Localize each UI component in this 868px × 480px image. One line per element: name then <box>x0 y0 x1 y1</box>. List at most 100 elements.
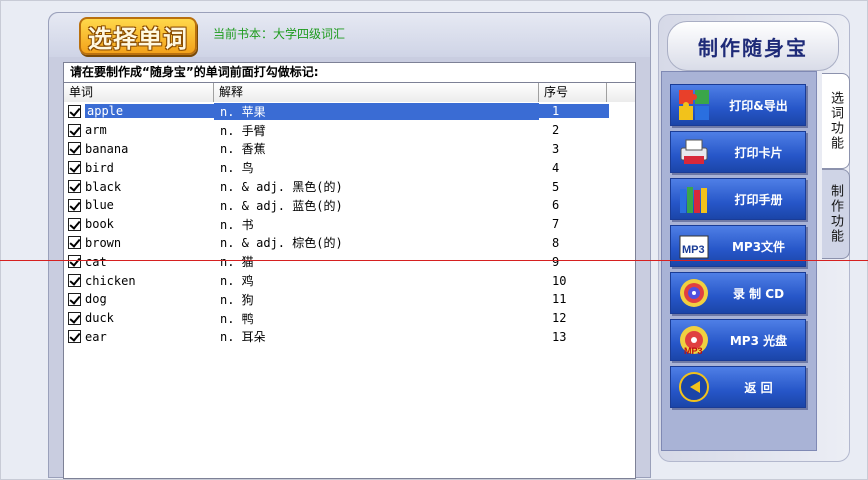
table-row[interactable]: blue n. & adj. 蓝色(的) 6 <box>64 196 635 215</box>
side-button-return[interactable]: 返 回 <box>670 366 806 408</box>
number-cell: 3 <box>552 141 560 156</box>
word-text: black <box>85 179 122 194</box>
number-cell: 12 <box>552 311 567 326</box>
definition-cell: n. 书 <box>220 217 254 232</box>
word-text: blue <box>85 198 114 213</box>
word-text: apple <box>85 104 214 119</box>
table-row[interactable]: brown n. & adj. 棕色(的) 8 <box>64 234 635 253</box>
number-cell: 13 <box>552 329 567 344</box>
word-checkbox[interactable] <box>68 330 81 344</box>
side-button-label: 打印&导出 <box>729 98 788 113</box>
word-cell: ear <box>64 330 214 344</box>
column-header-definition[interactable]: 解释 <box>214 83 539 102</box>
word-checkbox[interactable] <box>68 292 81 306</box>
table-row[interactable]: dog n. 狗 11 <box>64 290 635 309</box>
return-icon <box>676 369 712 405</box>
table-row[interactable]: ear n. 耳朵 13 <box>64 328 635 347</box>
word-text: bird <box>85 160 114 175</box>
word-checkbox[interactable] <box>68 142 81 156</box>
table-row[interactable]: bird n. 鸟 4 <box>64 158 635 177</box>
side-button-printer[interactable]: 打印卡片 <box>670 131 806 173</box>
list-header: 单词 解释 序号 <box>64 83 635 102</box>
definition-cell: n. & adj. 蓝色(的) <box>220 198 343 213</box>
number-cell: 4 <box>552 160 560 175</box>
word-checkbox[interactable] <box>68 255 81 269</box>
word-checkbox[interactable] <box>68 123 81 137</box>
number-cell: 1 <box>539 104 609 119</box>
word-cell: brown <box>64 236 214 250</box>
side-button-cd[interactable]: 录 制 CD <box>670 272 806 314</box>
word-text: chicken <box>85 273 136 288</box>
side-button-books[interactable]: 打印手册 <box>670 178 806 220</box>
side-button-label: 返 回 <box>744 380 773 395</box>
word-text: ear <box>85 329 107 344</box>
number-cell: 7 <box>552 217 560 232</box>
side-button-puzzle[interactable]: 打印&导出 <box>670 84 806 126</box>
word-cell: arm <box>64 123 214 137</box>
number-cell: 10 <box>552 273 567 288</box>
definition-cell: n. 耳朵 <box>220 330 266 345</box>
red-guide-line <box>0 260 868 261</box>
number-cell: 8 <box>552 235 560 250</box>
word-checkbox[interactable] <box>68 161 81 175</box>
table-row[interactable]: apple n. 苹果 1 <box>64 102 635 121</box>
tab-make-functions[interactable]: 制作功能 <box>822 169 850 259</box>
current-book-label: 当前书本：大学四级词汇 <box>213 27 346 41</box>
word-text: banana <box>85 141 129 156</box>
word-text: book <box>85 217 114 232</box>
word-checkbox[interactable] <box>68 236 81 250</box>
word-checkbox[interactable] <box>68 180 81 194</box>
definition-cell: n. 鸡 <box>220 274 254 289</box>
column-header-number[interactable]: 序号 <box>539 83 607 102</box>
table-row[interactable]: cat n. 猫 9 <box>64 252 635 271</box>
puzzle-icon <box>676 87 712 123</box>
column-header-filler <box>607 83 635 102</box>
definition-cell: n. 猫 <box>220 255 254 270</box>
svg-text:MP3: MP3 <box>682 244 705 256</box>
table-row[interactable]: banana n. 香蕉 3 <box>64 140 635 159</box>
word-cell: black <box>64 180 214 194</box>
mp3-icon: MP3 <box>676 228 712 264</box>
tab-select-words[interactable]: 选词功能 <box>822 73 850 169</box>
word-checkbox[interactable] <box>68 198 81 212</box>
side-button-label: MP3文件 <box>731 239 786 254</box>
word-cell: chicken <box>64 274 214 288</box>
books-icon <box>676 181 712 217</box>
word-cell: apple <box>64 104 214 119</box>
definition-cell: n. 手臂 <box>220 123 266 138</box>
side-button-label: 录 制 CD <box>732 286 785 301</box>
table-row[interactable]: black n. & adj. 黑色(的) 5 <box>64 177 635 196</box>
title-bar: 选择单词 当前书本：大学四级词汇 <box>49 13 650 57</box>
side-button-label: 打印手册 <box>734 192 783 207</box>
side-button-label: MP3 光盘 <box>729 333 788 348</box>
definition-cell: n. 狗 <box>220 292 254 307</box>
instruction-text: 请在要制作成“随身宝”的单词前面打勾做标记: <box>63 62 636 82</box>
function-button-column: 打印&导出打印卡片打印手册 MP3 MP3文件录 制 CD MP3 MP3 光盘返 回 <box>661 71 817 451</box>
printer-icon <box>676 134 712 170</box>
side-button-mp3-cd[interactable]: MP3 MP3 光盘 <box>670 319 806 361</box>
side-button-label: 打印卡片 <box>734 145 783 160</box>
number-cell: 6 <box>552 198 560 213</box>
definition-cell: n. & adj. 黑色(的) <box>220 180 343 195</box>
word-cell: bird <box>64 161 214 175</box>
word-text: brown <box>85 235 122 250</box>
table-row[interactable]: book n. 书 7 <box>64 215 635 234</box>
word-checkbox[interactable] <box>68 274 81 288</box>
table-row[interactable]: chicken n. 鸡 10 <box>64 271 635 290</box>
word-cell: cat <box>64 255 214 269</box>
definition-cell: n. 鸭 <box>220 311 254 326</box>
definition-cell: n. 香蕉 <box>220 142 266 157</box>
word-checkbox[interactable] <box>68 311 81 325</box>
column-header-word[interactable]: 单词 <box>64 83 214 102</box>
definition-cell: n. & adj. 棕色(的) <box>220 236 343 251</box>
word-list[interactable]: 单词 解释 序号 apple n. 苹果 1 arm n. 手臂 2 banana n. 香蕉… <box>63 82 636 479</box>
word-text: duck <box>85 311 114 326</box>
word-checkbox[interactable] <box>68 217 81 231</box>
number-cell: 5 <box>552 179 560 194</box>
svg-text:MP3: MP3 <box>684 346 703 356</box>
word-cell: banana <box>64 142 214 156</box>
table-row[interactable]: arm n. 手臂 2 <box>64 121 635 140</box>
table-row[interactable]: duck n. 鸭 12 <box>64 309 635 328</box>
word-cell: book <box>64 217 214 231</box>
word-checkbox[interactable] <box>68 104 81 118</box>
